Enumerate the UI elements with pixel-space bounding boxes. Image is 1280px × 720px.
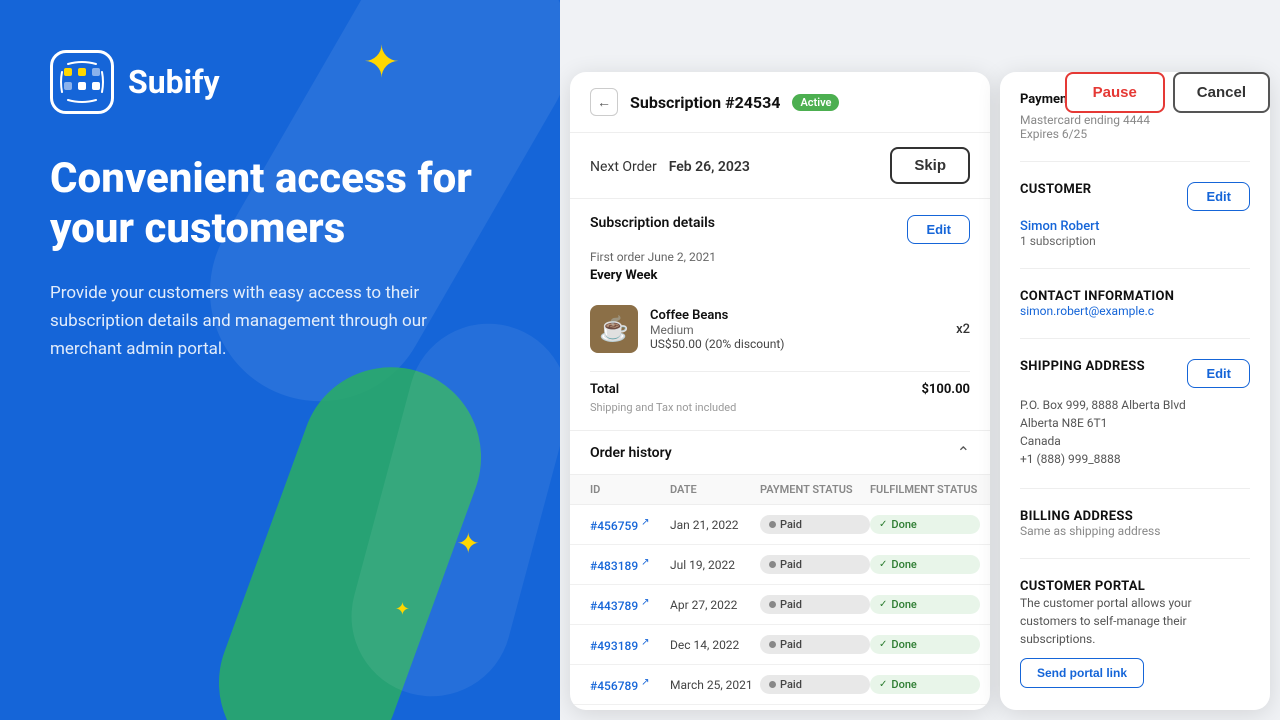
order-table-header: ID Date Payment Status Fulfilment Status: [570, 475, 990, 505]
subscription-details-header: Subscription details Edit: [590, 215, 970, 244]
subscription-details-section: Subscription details Edit First order Ju…: [570, 199, 990, 431]
product-info: Coffee Beans Medium US$50.00 (20% discou…: [650, 308, 944, 351]
order-id[interactable]: #443789 ↗: [590, 597, 670, 613]
subscription-card: ← Subscription #24534 Active Next Order …: [570, 72, 990, 710]
subscription-header: ← Subscription #24534 Active: [570, 72, 990, 133]
star-small-icon: ✦: [395, 599, 410, 620]
right-panel: Pause Cancel ← Subscription #24534 Activ…: [560, 0, 1280, 720]
product-variant: Medium: [650, 323, 944, 337]
fulfillment-status-badge: Done: [870, 675, 980, 694]
subscription-title: Subscription #24534: [630, 93, 780, 112]
fulfillment-status-badge: Done: [870, 555, 980, 574]
product-row: ☕ Coffee Beans Medium US$50.00 (20% disc…: [590, 295, 970, 363]
payment-status-badge: Paid: [760, 555, 870, 574]
fulfillment-status-badge: Done: [870, 595, 980, 614]
portal-description: The customer portal allows your customer…: [1020, 594, 1250, 648]
top-buttons: Pause Cancel: [1065, 72, 1270, 113]
order-history-header: Order history ⌃: [570, 431, 990, 475]
cancel-button[interactable]: Cancel: [1173, 72, 1270, 113]
shipping-section-header: SHIPPING ADDRESS Edit: [1020, 359, 1250, 388]
card-expiry: Expires 6/25: [1020, 127, 1250, 141]
order-id[interactable]: #493189 ↗: [590, 637, 670, 653]
portal-section-title: Customer portal: [1020, 579, 1250, 594]
star-large-icon: ✦: [363, 40, 400, 84]
order-date: Dec 14, 2022: [670, 638, 760, 652]
hero-subtext: Provide your customers with easy access …: [50, 279, 470, 363]
back-button[interactable]: ←: [590, 88, 618, 116]
shipping-section: SHIPPING ADDRESS Edit P.O. Box 999, 8888…: [1020, 359, 1250, 489]
frequency-text: Every Week: [590, 268, 970, 283]
collapse-icon[interactable]: ⌃: [957, 443, 970, 462]
order-date: Jul 19, 2022: [670, 558, 760, 572]
total-amount: $100.00: [921, 382, 970, 397]
next-order-label: Next Order: [590, 159, 657, 175]
portal-section: Customer portal The customer portal allo…: [1020, 579, 1250, 708]
product-name: Coffee Beans: [650, 308, 944, 323]
table-row: #443789 ↗ Apr 27, 2022 Paid Done: [570, 585, 990, 625]
order-table: ID Date Payment Status Fulfilment Status…: [570, 475, 990, 705]
star-medium-icon: ✦: [457, 527, 480, 560]
shipping-section-title: SHIPPING ADDRESS: [1020, 359, 1145, 374]
fulfillment-status-badge: Done: [870, 515, 980, 534]
pause-button[interactable]: Pause: [1065, 72, 1165, 113]
sidebar-card: Payment Method Mastercard ending 4444 Ex…: [1000, 72, 1270, 710]
tax-note: Shipping and Tax not included: [590, 401, 970, 414]
col-payment: Payment Status: [760, 483, 870, 496]
next-order-info: Next Order Feb 26, 2023: [590, 156, 750, 175]
product-price: US$50.00 (20% discount): [650, 337, 944, 351]
skip-button[interactable]: Skip: [890, 147, 970, 184]
customer-subscription-count: 1 subscription: [1020, 234, 1250, 248]
customer-section-title: Customer: [1020, 182, 1091, 197]
billing-section-title: BILLING ADDRESS: [1020, 509, 1250, 524]
status-badge: Active: [792, 94, 839, 111]
table-row: #456789 ↗ March 25, 2021 Paid Done: [570, 665, 990, 705]
payment-status-badge: Paid: [760, 635, 870, 654]
subscription-details-title: Subscription details: [590, 215, 715, 231]
customer-name[interactable]: Simon Robert: [1020, 219, 1250, 234]
order-history-section: Order history ⌃ ID Date Payment Status F…: [570, 431, 990, 710]
table-row: #456759 ↗ Jan 21, 2022 Paid Done: [570, 505, 990, 545]
product-quantity: x2: [956, 322, 970, 337]
customer-section: Customer Edit Simon Robert 1 subscriptio…: [1020, 182, 1250, 269]
edit-customer-button[interactable]: Edit: [1187, 182, 1250, 211]
logo-icon: [50, 50, 114, 114]
order-date: Apr 27, 2022: [670, 598, 760, 612]
payment-status-badge: Paid: [760, 595, 870, 614]
contact-section-title: CONTACT INFORMATION: [1020, 289, 1250, 304]
order-id[interactable]: #456759 ↗: [590, 517, 670, 533]
logo-area: Subify: [50, 50, 510, 114]
next-order-date: Feb 26, 2023: [669, 159, 750, 175]
edit-subscription-button[interactable]: Edit: [907, 215, 970, 244]
col-fulfillment: Fulfilment Status: [870, 483, 980, 496]
product-image: ☕: [590, 305, 638, 353]
next-order-bar: Next Order Feb 26, 2023 Skip: [570, 133, 990, 199]
shipping-address: P.O. Box 999, 8888 Alberta BlvdAlberta N…: [1020, 396, 1250, 468]
left-panel: Subify ✦ Convenient access for your cust…: [0, 0, 560, 720]
col-id: ID: [590, 483, 670, 496]
contact-section: CONTACT INFORMATION simon.robert@example…: [1020, 289, 1250, 339]
table-row: #483189 ↗ Jul 19, 2022 Paid Done: [570, 545, 990, 585]
billing-section: BILLING ADDRESS Same as shipping address: [1020, 509, 1250, 559]
col-date: Date: [670, 483, 760, 496]
order-date: Jan 21, 2022: [670, 518, 760, 532]
send-portal-link-button[interactable]: Send portal link: [1020, 658, 1144, 688]
payment-status-badge: Paid: [760, 675, 870, 694]
edit-shipping-button[interactable]: Edit: [1187, 359, 1250, 388]
logo-text: Subify: [128, 63, 220, 101]
order-date: March 25, 2021: [670, 678, 760, 692]
total-label: Total: [590, 382, 619, 397]
table-row: #493189 ↗ Dec 14, 2022 Paid Done: [570, 625, 990, 665]
billing-note: Same as shipping address: [1020, 524, 1250, 538]
payment-status-badge: Paid: [760, 515, 870, 534]
total-row: Total $100.00: [590, 371, 970, 401]
card-line: Mastercard ending 4444: [1020, 113, 1250, 127]
first-order-text: First order June 2, 2021: [590, 250, 970, 264]
fulfillment-status-badge: Done: [870, 635, 980, 654]
contact-email[interactable]: simon.robert@example.c: [1020, 304, 1250, 318]
order-history-title: Order history: [590, 445, 672, 461]
hero-heading: Convenient access for your customers: [50, 154, 510, 255]
order-id[interactable]: #483189 ↗: [590, 557, 670, 573]
order-id[interactable]: #456789 ↗: [590, 677, 670, 693]
customer-section-header: Customer Edit: [1020, 182, 1250, 211]
